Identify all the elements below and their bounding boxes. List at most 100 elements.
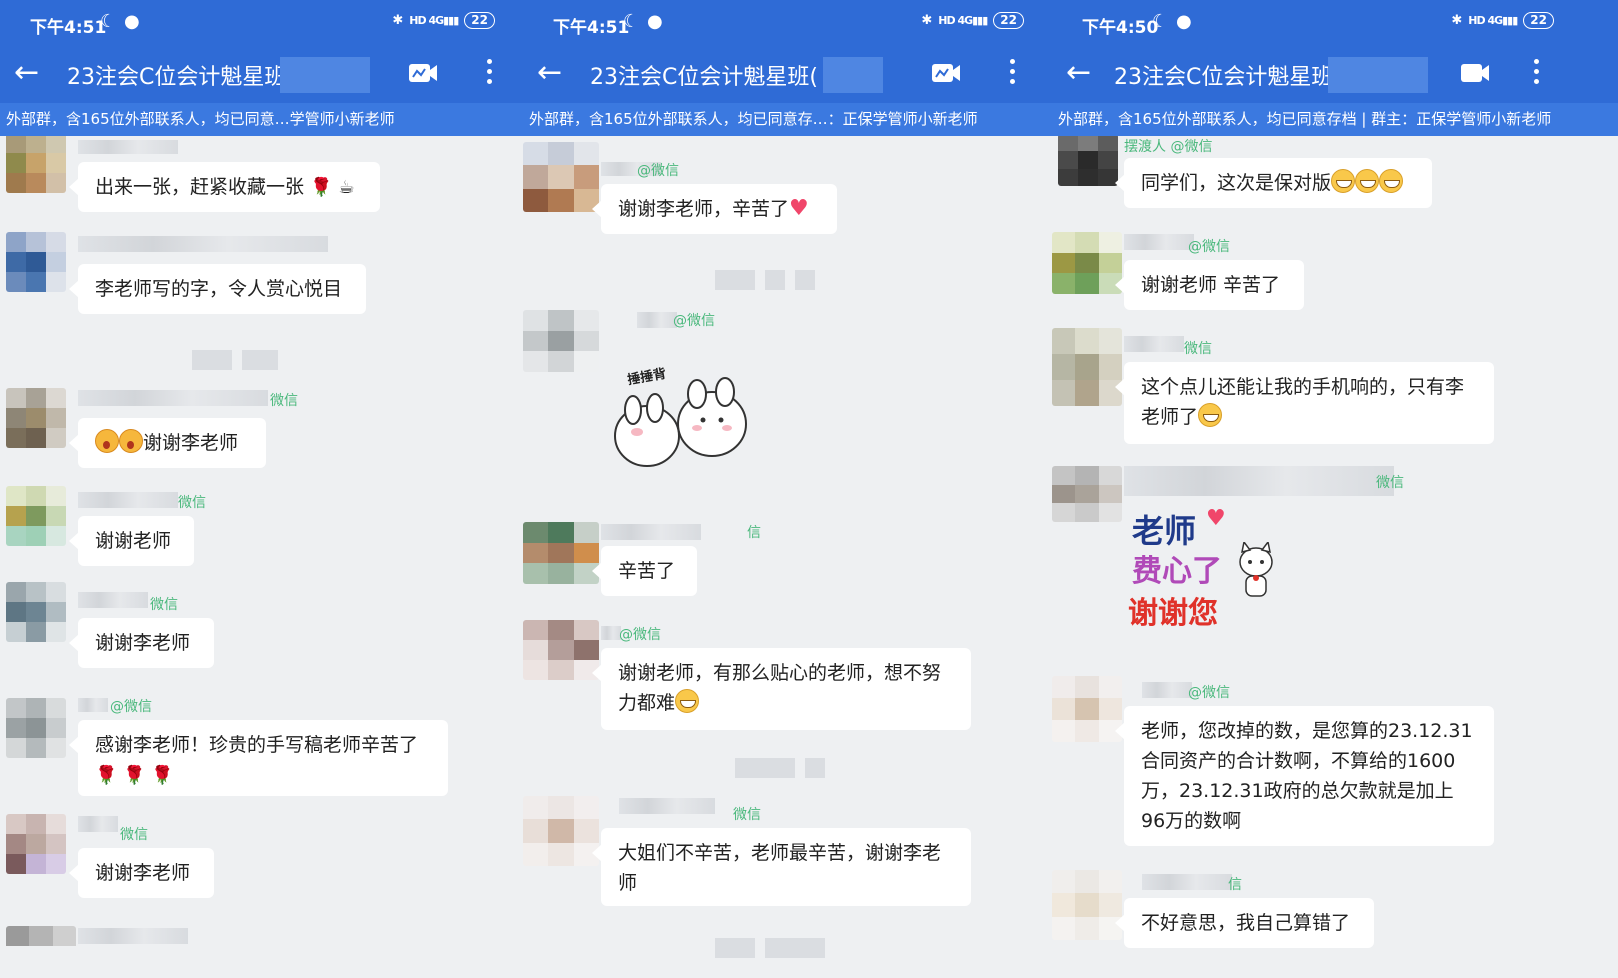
avatar[interactable] bbox=[1058, 136, 1118, 186]
more-options-icon[interactable] bbox=[1532, 56, 1540, 90]
video-call-icon[interactable] bbox=[1460, 61, 1490, 85]
chat-header: ← 23注会C位会计魁星班( bbox=[523, 47, 1052, 103]
more-options-icon[interactable] bbox=[1008, 56, 1016, 90]
avatar[interactable] bbox=[523, 310, 599, 372]
avatar[interactable] bbox=[1052, 466, 1122, 522]
message-text: 不好意思，我自己算错了 bbox=[1141, 912, 1351, 934]
message-bubble[interactable]: 出来一张，赶紧收藏一张 🌹 ☕ bbox=[69, 162, 380, 212]
video-call-icon[interactable] bbox=[408, 61, 438, 85]
back-arrow-icon[interactable]: ← bbox=[537, 55, 562, 91]
system-icons: ✱ HD 4G▮▮▮ 22 bbox=[1451, 12, 1554, 29]
message-bubble[interactable]: 谢谢李老师 bbox=[69, 848, 214, 898]
sender-name: @微信 bbox=[1188, 239, 1230, 255]
status-bar: 下午4:51 ☾ ● ✱ HD 4G▮▮▮ 22 bbox=[0, 0, 523, 47]
message-list[interactable]: 出来一张，赶紧收藏一张 🌹 ☕ 李老师写的字，令人赏心悦目 微信 谢谢李老师 微… bbox=[0, 136, 523, 978]
wechat-notification-icon: ● bbox=[1176, 11, 1192, 32]
message-bubble[interactable]: 李老师写的字，令人赏心悦目 bbox=[69, 264, 366, 314]
redacted-sender bbox=[637, 312, 677, 328]
coffee-emoji-icon: ☕ bbox=[338, 177, 355, 198]
video-call-icon[interactable] bbox=[931, 61, 961, 85]
group-subtitle: 外部群，含165位外部联系人，均已同意…学管师小新老师 bbox=[0, 103, 523, 136]
avatar[interactable] bbox=[6, 486, 66, 546]
message-bubble[interactable]: 感谢李老师！珍贵的手写稿老师辛苦了 🌹 🌹 🌹 bbox=[69, 720, 448, 796]
message-bubble[interactable]: 老师，您改掉的数，是您算的23.12.31合同资产的合计数啊，不算给的1600万… bbox=[1115, 706, 1494, 846]
avatar[interactable] bbox=[523, 522, 599, 584]
sender-name: 微信 bbox=[178, 495, 206, 511]
avatar[interactable] bbox=[523, 620, 599, 680]
avatar[interactable] bbox=[6, 814, 66, 874]
sender-name: 微信 bbox=[733, 807, 761, 823]
message-text: 同学们，这次是保对版 bbox=[1141, 172, 1332, 194]
message-list[interactable]: @微信 谢谢李老师，辛苦了♥ @微信 捶捶背 信 辛苦了 @微信 谢谢老师，有那… bbox=[523, 136, 1052, 978]
heart-emoji-icon: ♥ bbox=[789, 196, 809, 221]
group-subtitle: 外部群，含165位外部联系人，均已同意存…：正保学管师小新老师 bbox=[523, 103, 1052, 136]
message-text: 出来一张，赶紧收藏一张 bbox=[95, 176, 305, 198]
sticker-image[interactable]: 老师 ♥ 费心了 谢谢您 bbox=[1126, 506, 1286, 636]
sender-name: 微信 bbox=[1184, 341, 1212, 357]
chat-screen-3: 下午4:50 ☾ ● ✱ HD 4G▮▮▮ 22 ← 23注会C位会计魁星班 外… bbox=[1052, 0, 1618, 978]
sender-name: 微信 bbox=[120, 827, 148, 843]
avatar[interactable] bbox=[523, 796, 599, 866]
redacted-sender bbox=[78, 816, 118, 832]
chat-header: ← 23注会C位会计魁星班 bbox=[0, 47, 523, 103]
status-bar: 下午4:51 ☾ ● ✱ HD 4G▮▮▮ 22 bbox=[523, 0, 1052, 47]
system-icons: ✱ HD 4G▮▮▮ 22 bbox=[921, 12, 1024, 29]
cat-sticker-icon bbox=[1239, 542, 1273, 597]
wechat-notification-icon: ● bbox=[124, 11, 140, 32]
rose-emoji-icon: 🌹 bbox=[310, 177, 333, 198]
chat-screen-2: 下午4:51 ☾ ● ✱ HD 4G▮▮▮ 22 ← 23注会C位会计魁星班( … bbox=[523, 0, 1052, 978]
redacted-block bbox=[280, 57, 370, 93]
message-bubble[interactable]: 大姐们不辛苦，老师最辛苦，谢谢李老师 bbox=[592, 828, 971, 906]
status-time: 下午4:50 bbox=[1082, 18, 1159, 38]
sender-name: @微信 bbox=[110, 699, 152, 715]
message-bubble[interactable]: 谢谢李老师 bbox=[69, 618, 214, 668]
message-text: 谢谢老师，有那么贴心的老师，想不努力都难 bbox=[618, 662, 942, 714]
message-bubble[interactable]: 谢谢老师，有那么贴心的老师，想不努力都难 bbox=[592, 648, 971, 730]
message-bubble[interactable]: 这个点儿还能让我的手机响的，只有李老师了 bbox=[1115, 362, 1494, 444]
moon-icon: ☾ bbox=[1152, 11, 1169, 32]
avatar[interactable] bbox=[1052, 676, 1122, 742]
sender-name: 微信 bbox=[150, 597, 178, 613]
message-text: 谢谢李老师 bbox=[143, 432, 239, 454]
status-time: 下午4:51 bbox=[553, 18, 630, 38]
message-text: 辛苦了 bbox=[618, 560, 676, 582]
signal-icon: HD 4G▮▮▮ bbox=[938, 14, 988, 27]
avatar[interactable] bbox=[523, 142, 599, 212]
message-text: 谢谢李老师 bbox=[95, 632, 191, 654]
more-options-icon[interactable] bbox=[485, 56, 493, 90]
avatar[interactable] bbox=[1052, 870, 1122, 940]
sender-name: 信 bbox=[1228, 877, 1242, 893]
sticker-image[interactable]: 捶捶背 bbox=[607, 356, 757, 476]
back-arrow-icon[interactable]: ← bbox=[1066, 55, 1091, 91]
message-bubble[interactable]: 辛苦了 bbox=[592, 546, 697, 596]
avatar[interactable] bbox=[1052, 232, 1122, 294]
grinning-emoji-icon bbox=[675, 689, 700, 713]
message-bubble[interactable]: 谢谢老师 辛苦了 bbox=[1115, 260, 1304, 310]
redacted-timestamp bbox=[735, 758, 835, 778]
back-arrow-icon[interactable]: ← bbox=[14, 55, 39, 91]
surprised-emoji-icon bbox=[95, 429, 119, 453]
avatar[interactable] bbox=[6, 582, 66, 642]
sender-name: 微信 bbox=[1376, 475, 1404, 491]
message-bubble[interactable]: 不好意思，我自己算错了 bbox=[1115, 898, 1374, 948]
redacted-sender bbox=[78, 928, 188, 944]
message-bubble[interactable]: 谢谢李老师 bbox=[69, 418, 266, 468]
avatar[interactable] bbox=[6, 388, 66, 448]
message-bubble[interactable]: 同学们，这次是保对版 bbox=[1115, 158, 1432, 208]
message-text: 谢谢李老师 bbox=[95, 862, 191, 884]
moon-icon: ☾ bbox=[623, 11, 640, 32]
message-text: 感谢李老师！珍贵的手写稿老师辛苦了 bbox=[95, 734, 419, 756]
avatar[interactable] bbox=[6, 926, 76, 978]
message-bubble[interactable]: 谢谢老师 bbox=[69, 516, 194, 566]
sender-name: 微信 bbox=[270, 393, 298, 409]
redacted-sender bbox=[1124, 336, 1184, 352]
message-text: 谢谢李老师，辛苦了 bbox=[618, 198, 790, 220]
message-list[interactable]: 摆渡人 @微信 同学们，这次是保对版 @微信 谢谢老师 辛苦了 微信 这个点儿还… bbox=[1052, 136, 1618, 978]
message-bubble[interactable]: 谢谢李老师，辛苦了♥ bbox=[592, 184, 837, 234]
redacted-sender bbox=[78, 698, 108, 712]
grinning-emoji-icon bbox=[1355, 169, 1380, 193]
avatar[interactable] bbox=[6, 232, 66, 292]
avatar[interactable] bbox=[6, 136, 66, 193]
avatar[interactable] bbox=[6, 698, 66, 758]
avatar[interactable] bbox=[1052, 328, 1122, 406]
